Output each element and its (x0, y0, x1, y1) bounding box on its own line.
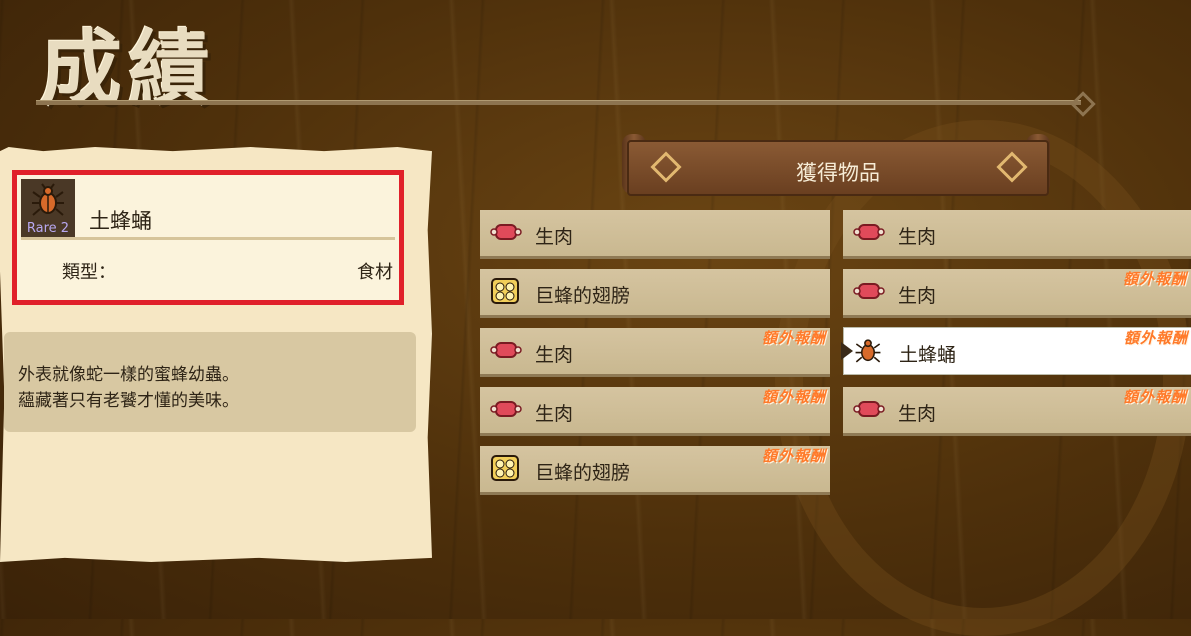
reward-label: 巨蜂的翅膀 (535, 285, 631, 307)
bonus-badge: 額外報酬 (761, 329, 826, 347)
divider-ornament (1070, 91, 1096, 117)
reward-item[interactable]: 生肉 額外報酬 (480, 387, 830, 436)
emblem-watermark (775, 120, 1191, 636)
reward-label: 生肉 (898, 403, 937, 425)
bonus-badge: 額外報酬 (761, 447, 826, 465)
reward-item[interactable]: 生肉 額外報酬 (480, 328, 830, 377)
type-label: 類型： (62, 262, 116, 283)
meat-icon (853, 224, 885, 240)
wing-icon (491, 455, 519, 481)
reward-item[interactable]: 生肉 (480, 210, 830, 259)
meat-icon (853, 283, 885, 299)
reward-item[interactable]: 巨蜂的翅膀 額外報酬 (480, 446, 830, 495)
meat-icon (490, 342, 522, 358)
reward-label: 生肉 (535, 403, 574, 425)
description-line: 蘊藏著只有老饕才懂的美味。 (18, 391, 239, 411)
bug-icon (855, 339, 881, 363)
reward-label: 生肉 (535, 226, 574, 248)
item-icon-frame: Rare 2 (21, 179, 75, 237)
reward-item[interactable]: 生肉 額外報酬 (843, 387, 1191, 436)
reward-item[interactable]: 生肉 額外報酬 (843, 269, 1191, 318)
type-value: 食材 (357, 262, 393, 283)
selection-cursor-icon (841, 342, 853, 360)
item-description: 外表就像蛇一樣的蜜蜂幼蟲。 蘊藏著只有老饕才懂的美味。 (4, 332, 416, 432)
reward-label: 生肉 (535, 344, 574, 366)
meat-icon (490, 224, 522, 240)
card-divider (21, 237, 395, 240)
item-name: 土蜂蛹 (89, 209, 152, 233)
reward-label: 土蜂蛹 (899, 344, 957, 366)
meat-icon (853, 401, 885, 417)
reward-item-selected[interactable]: 土蜂蛹 額外報酬 (841, 327, 1191, 375)
bonus-badge: 額外報酬 (1123, 329, 1188, 347)
bug-icon (32, 183, 64, 216)
rarity-label: Rare 2 (26, 221, 70, 236)
bonus-badge: 額外報酬 (761, 388, 826, 406)
rewards-title: 獲得物品 (796, 161, 880, 185)
reward-label: 巨蜂的翅膀 (535, 462, 631, 484)
bonus-badge: 額外報酬 (1122, 270, 1187, 288)
wing-icon (491, 278, 519, 304)
reward-item[interactable]: 巨蜂的翅膀 (480, 269, 830, 318)
bonus-badge: 額外報酬 (1122, 388, 1187, 406)
description-line: 外表就像蛇一樣的蜜蜂幼蟲。 (18, 365, 239, 385)
rewards-banner: 獲得物品 (627, 140, 1049, 196)
reward-label: 生肉 (898, 226, 937, 248)
reward-item[interactable]: 生肉 (843, 210, 1191, 259)
reward-label: 生肉 (898, 285, 937, 307)
selected-item-card: Rare 2 土蜂蛹 類型： 食材 (12, 170, 404, 305)
title-divider (36, 100, 1081, 105)
meat-icon (490, 401, 522, 417)
